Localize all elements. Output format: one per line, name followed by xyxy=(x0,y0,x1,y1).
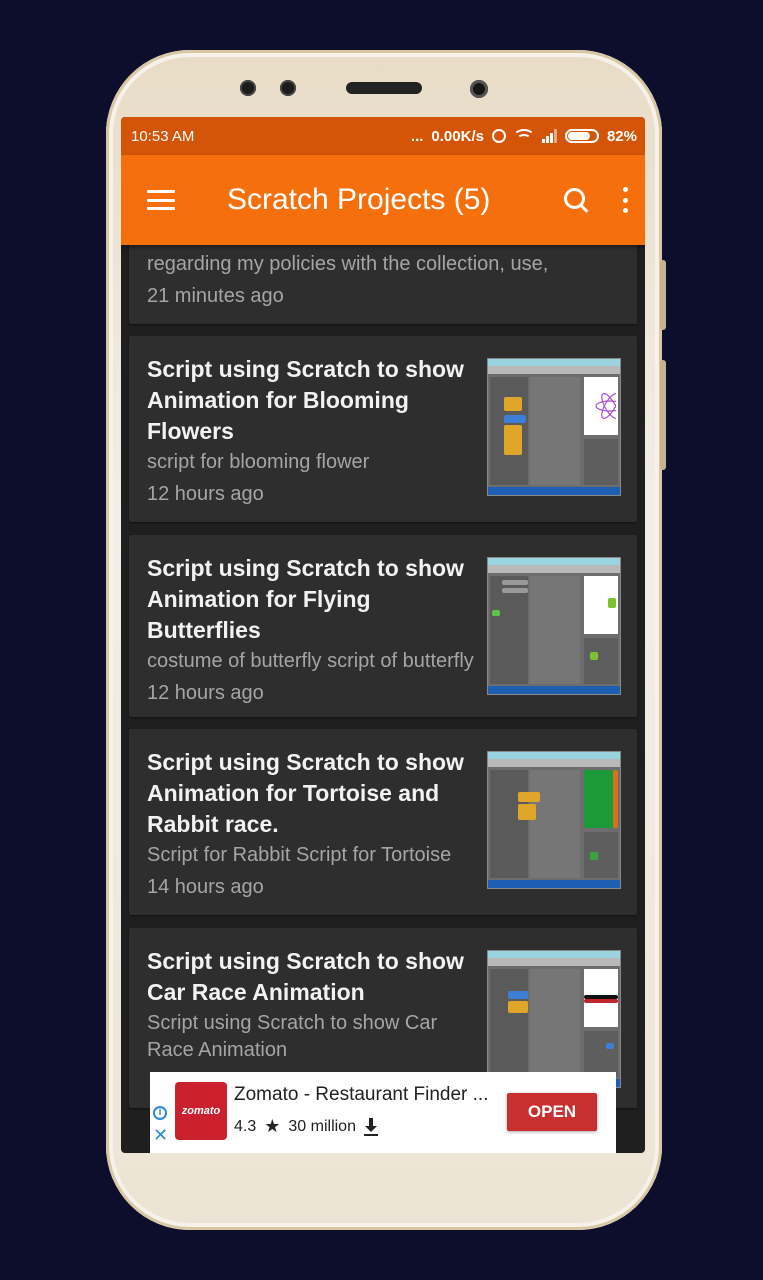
more-vert-icon[interactable] xyxy=(623,187,629,213)
status-dots: ... xyxy=(410,127,424,145)
network-speed: 0.00K/s xyxy=(431,127,484,145)
star-icon: ★ xyxy=(264,1116,281,1136)
alarm-icon xyxy=(491,129,506,143)
project-description: Script using Scratch to show Car Race An… xyxy=(147,1012,438,1061)
sensor-dot xyxy=(280,80,296,96)
status-bar: 10:53 AM ... 0.00K/s 82% xyxy=(121,117,645,155)
project-thumbnail xyxy=(487,751,621,889)
front-camera xyxy=(470,80,488,98)
list-item[interactable]: Script using Scratch to show Animation f… xyxy=(129,729,637,915)
search-icon[interactable] xyxy=(563,187,589,213)
ad-rating: 4.3 xyxy=(234,1117,257,1135)
list-item[interactable]: Script using Scratch to show Animation f… xyxy=(129,535,637,717)
project-thumbnail xyxy=(487,358,621,496)
ad-installs: 30 million xyxy=(288,1117,356,1135)
ad-open-button[interactable]: OPEN xyxy=(507,1093,597,1131)
hamburger-menu-icon[interactable] xyxy=(147,190,175,210)
ad-app-name[interactable]: Zomato - Restaurant Finder ... xyxy=(234,1084,489,1106)
project-title: Script using Scratch to show Animation f… xyxy=(147,749,464,837)
power-button xyxy=(660,360,666,470)
project-title: Script using Scratch to show Animation f… xyxy=(147,356,464,444)
volume-button xyxy=(660,260,666,330)
battery-icon xyxy=(564,129,599,143)
signal-icon xyxy=(541,129,557,143)
screen: 10:53 AM ... 0.00K/s 82% Scratch Project… xyxy=(121,117,645,1153)
status-time: 10:53 AM xyxy=(131,127,195,145)
earpiece-speaker xyxy=(346,82,422,94)
project-description: Script for Rabbit Script for Tortoise xyxy=(147,844,452,866)
ad-app-meta: 4.3 ★ 30 million xyxy=(234,1116,378,1137)
sensor-dot xyxy=(240,80,256,96)
project-description: script for blooming flower xyxy=(147,451,370,473)
wifi-icon xyxy=(512,129,535,143)
app-bar: Scratch Projects (5) xyxy=(121,155,645,245)
project-time: 21 minutes ago xyxy=(147,285,284,307)
project-description: costume of butterfly script of butterfly xyxy=(147,650,474,672)
close-icon[interactable]: ✕ xyxy=(153,1126,168,1144)
ad-info-icon[interactable]: i xyxy=(153,1106,167,1120)
download-icon xyxy=(363,1117,378,1136)
battery-percent: 82% xyxy=(606,127,637,145)
project-title: Script using Scratch to show Animation f… xyxy=(147,555,464,643)
project-title: Script using Scratch to show Car Race An… xyxy=(147,948,464,1005)
ad-banner[interactable]: i ✕ zomato Zomato - Restaurant Finder ..… xyxy=(150,1072,616,1153)
project-description: regarding my policies with the collectio… xyxy=(147,253,549,275)
project-thumbnail xyxy=(487,950,621,1088)
status-icons: ... 0.00K/s 82% xyxy=(411,128,637,145)
list-item[interactable]: Script using Scratch to show Animation f… xyxy=(129,336,637,522)
project-thumbnail xyxy=(487,557,621,695)
ad-app-logo[interactable]: zomato xyxy=(175,1082,227,1140)
page-title: Scratch Projects (5) xyxy=(227,183,491,216)
